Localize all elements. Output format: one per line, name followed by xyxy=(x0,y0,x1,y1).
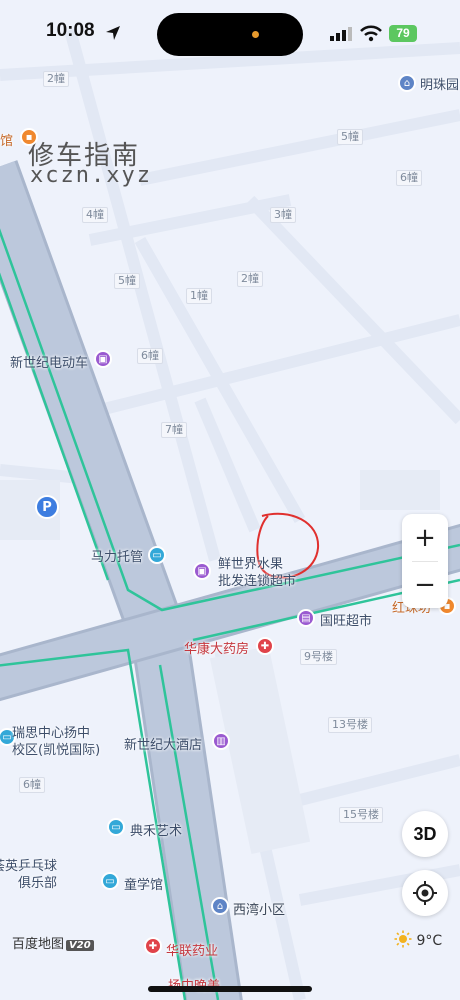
dynamic-island xyxy=(157,13,303,56)
brand-name: 百度地图 xyxy=(12,937,65,952)
wifi-icon xyxy=(360,25,382,42)
building-label: 2幢 xyxy=(237,271,263,287)
poi-hualian[interactable]: 华联药业 xyxy=(166,940,218,959)
view-3d-button[interactable]: 3D xyxy=(402,811,448,857)
poi-xianshijie-line2[interactable]: 批发连锁超市 xyxy=(218,570,296,589)
residential-icon[interactable]: ⌂ xyxy=(211,897,229,915)
map-brand: 百度地图 V20 xyxy=(12,933,94,952)
supermarket-icon[interactable]: ▤ xyxy=(297,609,315,627)
building-label: 5幢 xyxy=(337,129,363,145)
building-label: 6幢 xyxy=(19,777,45,793)
building-label: 4幢 xyxy=(82,207,108,223)
location-arrow-icon xyxy=(106,26,120,40)
building-label: 9号楼 xyxy=(300,649,337,665)
building-label: 7幢 xyxy=(161,422,187,438)
building-label: 1幢 xyxy=(186,288,212,304)
education-icon[interactable]: ▭ xyxy=(148,546,166,564)
poi-xinshiji-ebike[interactable]: 新世纪电动车 xyxy=(10,352,88,371)
education-icon[interactable]: ▭ xyxy=(101,872,119,890)
pharmacy-icon[interactable]: ✚ xyxy=(144,937,162,955)
building-label: 5幢 xyxy=(114,273,140,289)
zoom-out-button[interactable]: − xyxy=(402,561,448,608)
education-icon[interactable]: ▭ xyxy=(107,818,125,836)
building-label: 6幢 xyxy=(137,348,163,364)
status-time: 10:08 xyxy=(46,20,95,41)
zoom-in-button[interactable]: + xyxy=(402,514,448,561)
cellular-signal-icon xyxy=(330,27,352,41)
pharmacy-icon[interactable]: ✚ xyxy=(256,637,274,655)
privacy-dot xyxy=(252,31,259,38)
brand-version: V20 xyxy=(66,940,94,951)
status-bar: 10:08 79 xyxy=(0,0,460,70)
battery-indicator: 79 xyxy=(389,25,417,42)
watermark-url: xczn.xyz xyxy=(30,163,152,188)
shop-icon[interactable]: ▣ xyxy=(94,350,112,368)
crosshair-icon xyxy=(413,881,437,905)
building-label: 2幢 xyxy=(43,71,69,87)
poi-guan[interactable]: 馆 xyxy=(0,130,13,149)
poi-dianhe[interactable]: 典禾艺术 xyxy=(130,820,182,839)
museum-icon[interactable]: ▪ xyxy=(20,128,38,146)
weather-temp: 9°C xyxy=(416,933,443,949)
poi-ruisi-line2[interactable]: 校区(凯悦国际) xyxy=(12,739,100,758)
poi-mali[interactable]: 马力托管 xyxy=(91,546,143,565)
building-label: 13号楼 xyxy=(328,717,372,733)
sun-icon xyxy=(394,930,412,948)
poi-guowang[interactable]: 国旺超市 xyxy=(320,610,372,629)
poi-mingzhu[interactable]: 明珠园 xyxy=(420,74,459,93)
poi-xiwan[interactable]: 西湾小区 xyxy=(233,899,285,918)
residential-icon[interactable]: ⌂ xyxy=(398,74,416,92)
shop-icon[interactable]: ▣ xyxy=(193,562,211,580)
building-label: 3幢 xyxy=(270,207,296,223)
poi-pingpong-line2[interactable]: 俱乐部 xyxy=(18,872,57,891)
poi-tongxue[interactable]: 童学馆 xyxy=(124,874,163,893)
building-label: 15号楼 xyxy=(339,807,383,823)
poi-huakang[interactable]: 华康大药房 xyxy=(184,638,249,657)
home-indicator[interactable] xyxy=(148,986,312,992)
locate-button[interactable] xyxy=(402,870,448,916)
parking-icon[interactable]: P xyxy=(35,495,59,519)
building-label: 6幢 xyxy=(396,170,422,186)
zoom-control: + − xyxy=(402,514,448,608)
weather-widget[interactable]: 9°C xyxy=(394,930,442,949)
poi-xinshiji-hotel[interactable]: 新世纪大酒店 xyxy=(124,734,202,753)
hotel-icon[interactable]: ▥ xyxy=(212,732,230,750)
